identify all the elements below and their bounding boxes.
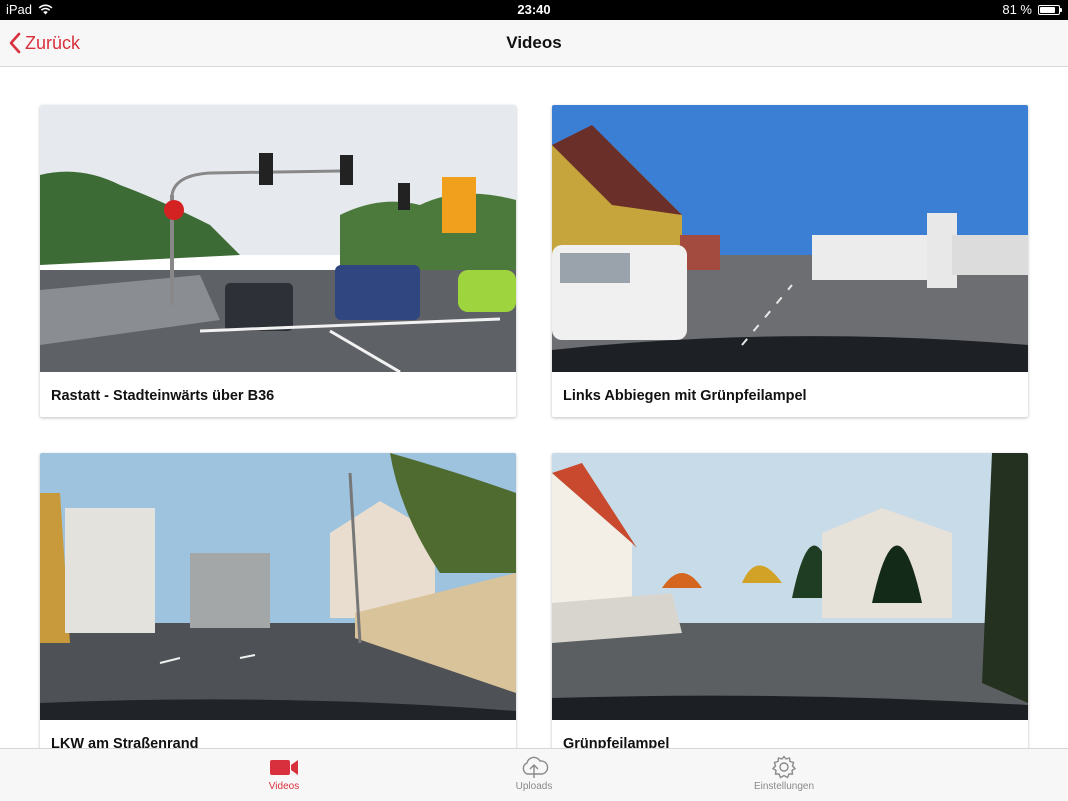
- tab-uploads[interactable]: Uploads: [474, 749, 594, 801]
- status-bar: iPad 23:40 81 %: [0, 0, 1068, 20]
- video-title: LKW am Straßenrand: [51, 736, 199, 748]
- clock: 23:40: [517, 2, 551, 17]
- tab-videos[interactable]: Videos: [224, 749, 344, 801]
- video-title: Rastatt - Stadteinwärts über B36: [51, 388, 275, 404]
- video-title: Grünpfeilampel: [563, 736, 670, 748]
- video-grid[interactable]: Rastatt - Stadteinwärts über B36 Links A…: [0, 67, 1068, 748]
- tab-label: Videos: [268, 781, 300, 792]
- chevron-left-icon: [9, 32, 21, 54]
- video-title: Links Abbiegen mit Grünpfeilampel: [563, 388, 807, 404]
- page-title: Videos: [506, 33, 562, 52]
- status-right: 81 %: [1002, 2, 1062, 17]
- video-thumbnail: [552, 453, 1028, 720]
- battery-percent: 81 %: [1002, 2, 1032, 17]
- cloud-upload-icon: [522, 756, 549, 778]
- video-thumbnail: [40, 105, 516, 372]
- video-camera-icon: [270, 760, 298, 775]
- video-card[interactable]: LKW am Straßenrand: [40, 453, 516, 748]
- tab-einstellungen[interactable]: Einstellungen: [724, 749, 844, 801]
- video-thumbnail: [552, 105, 1028, 372]
- video-card[interactable]: Grünpfeilampel: [552, 453, 1028, 748]
- tab-bar: Videos Uploads Einstellungen: [0, 748, 1068, 801]
- gear-icon: [771, 755, 797, 779]
- navigation-bar: Zurück Videos: [0, 20, 1068, 67]
- video-thumbnail: [40, 453, 516, 720]
- back-button[interactable]: Zurück: [8, 20, 80, 66]
- battery-icon: [1038, 4, 1062, 15]
- video-card[interactable]: Links Abbiegen mit Grünpfeilampel: [552, 105, 1028, 417]
- tab-label: Uploads: [515, 781, 553, 792]
- tab-label: Einstellungen: [753, 781, 815, 792]
- battery-level: [1040, 6, 1055, 13]
- video-card[interactable]: Rastatt - Stadteinwärts über B36: [40, 105, 516, 417]
- back-button-label: Zurück: [25, 32, 81, 53]
